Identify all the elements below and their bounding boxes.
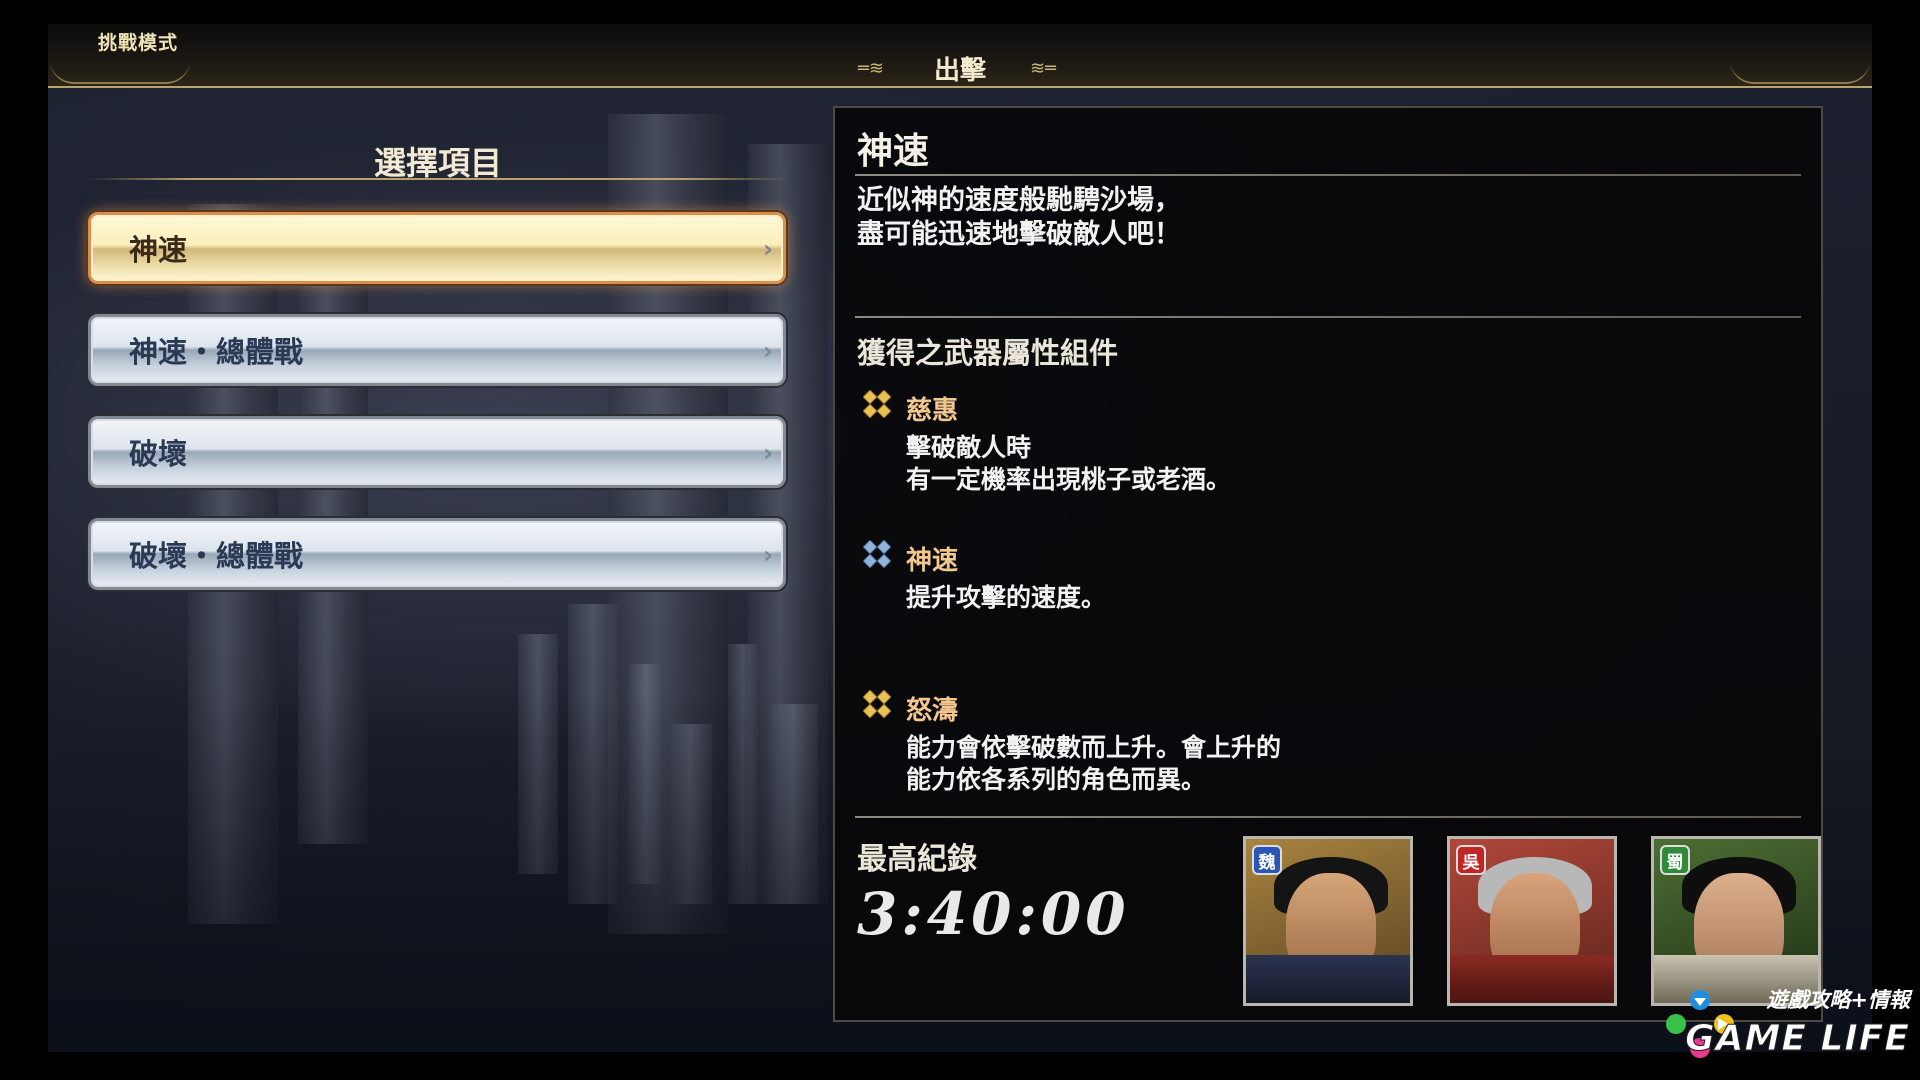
menu-item-label: 破壞・總體戰 <box>129 539 304 573</box>
screen-title: 出擊 <box>933 56 986 86</box>
attribute-line: 提升攻擊的速度。 <box>906 583 1107 612</box>
description-line: 盡可能迅速地擊破敵人吧！ <box>857 219 1181 250</box>
detail-description: 近似神的速度般馳騁沙場， 盡可能迅速地擊破敵人吧！ <box>857 184 1181 252</box>
gold-cross-icon <box>863 390 891 418</box>
menu-title-divider <box>88 178 788 180</box>
faction-badge-wu: 吳 <box>1456 845 1486 875</box>
blue-cross-icon <box>863 540 891 568</box>
chevron-right-icon: › <box>763 541 773 569</box>
description-line: 近似神的速度般馳騁沙場， <box>857 185 1181 216</box>
gold-cross-icon <box>863 690 891 718</box>
character-portrait-wu: 吳 <box>1447 836 1617 1006</box>
detail-title: 神速 <box>857 131 930 172</box>
menu-item-shensu-total-war[interactable]: 神速・總體戰 › <box>88 314 786 386</box>
portrait-armor <box>1246 955 1410 1003</box>
attribute-line: 能力會依擊破數而上升。會上升的 <box>906 733 1282 762</box>
attribute-line: 有一定機率出現桃子或老酒。 <box>906 465 1232 494</box>
attribute-line: 能力依各系列的角色而異。 <box>906 765 1207 794</box>
watermark-subtitle: 遊戲攻略+情報 <box>1766 988 1910 1012</box>
chevron-right-icon: › <box>763 439 773 467</box>
menu-item-label: 破壞 <box>129 437 188 471</box>
divider <box>855 316 1801 318</box>
portrait-armor <box>1450 955 1614 1003</box>
divider <box>855 174 1801 176</box>
faction-badge-wei: 魏 <box>1252 845 1282 875</box>
components-title: 獲得之武器屬性組件 <box>857 336 1119 370</box>
attribute-description: 能力會依擊破數而上升。會上升的 能力依各系列的角色而異。 <box>906 732 1281 796</box>
attribute-name: 怒濤 <box>906 696 959 726</box>
menu-item-destroy-total-war[interactable]: 破壞・總體戰 › <box>88 518 786 590</box>
detail-panel: 神速 近似神的速度般馳騁沙場， 盡可能迅速地擊破敵人吧！ 獲得之武器屬性組件 慈… <box>833 106 1823 1022</box>
character-portrait-wei: 魏 <box>1243 836 1413 1006</box>
menu-item-shensu[interactable]: 神速 › <box>88 212 786 284</box>
attribute-description: 擊破敵人時 有一定機率出現桃子或老酒。 <box>906 432 1231 496</box>
menu-item-destroy[interactable]: 破壞 › <box>88 416 786 488</box>
divider <box>855 816 1801 818</box>
attribute-name: 神速 <box>906 546 959 576</box>
faction-badge-shu: 蜀 <box>1660 845 1690 875</box>
watermark-brand: GAME LIFE <box>1685 1018 1910 1060</box>
attribute-name: 慈惠 <box>906 396 959 426</box>
chevron-right-icon: › <box>763 337 773 365</box>
attribute-line: 擊破敵人時 <box>906 433 1032 462</box>
best-record-time: 3:40:00 <box>857 880 1130 948</box>
chevron-right-icon: › <box>763 235 773 263</box>
menu-item-label: 神速・總體戰 <box>129 335 304 369</box>
best-record-label: 最高紀錄 <box>857 842 977 877</box>
attribute-description: 提升攻擊的速度。 <box>906 582 1106 614</box>
gamelife-watermark: 遊戲攻略+情報 GAME LIFE <box>1656 980 1916 1070</box>
menu-item-label: 神速 <box>129 233 188 267</box>
